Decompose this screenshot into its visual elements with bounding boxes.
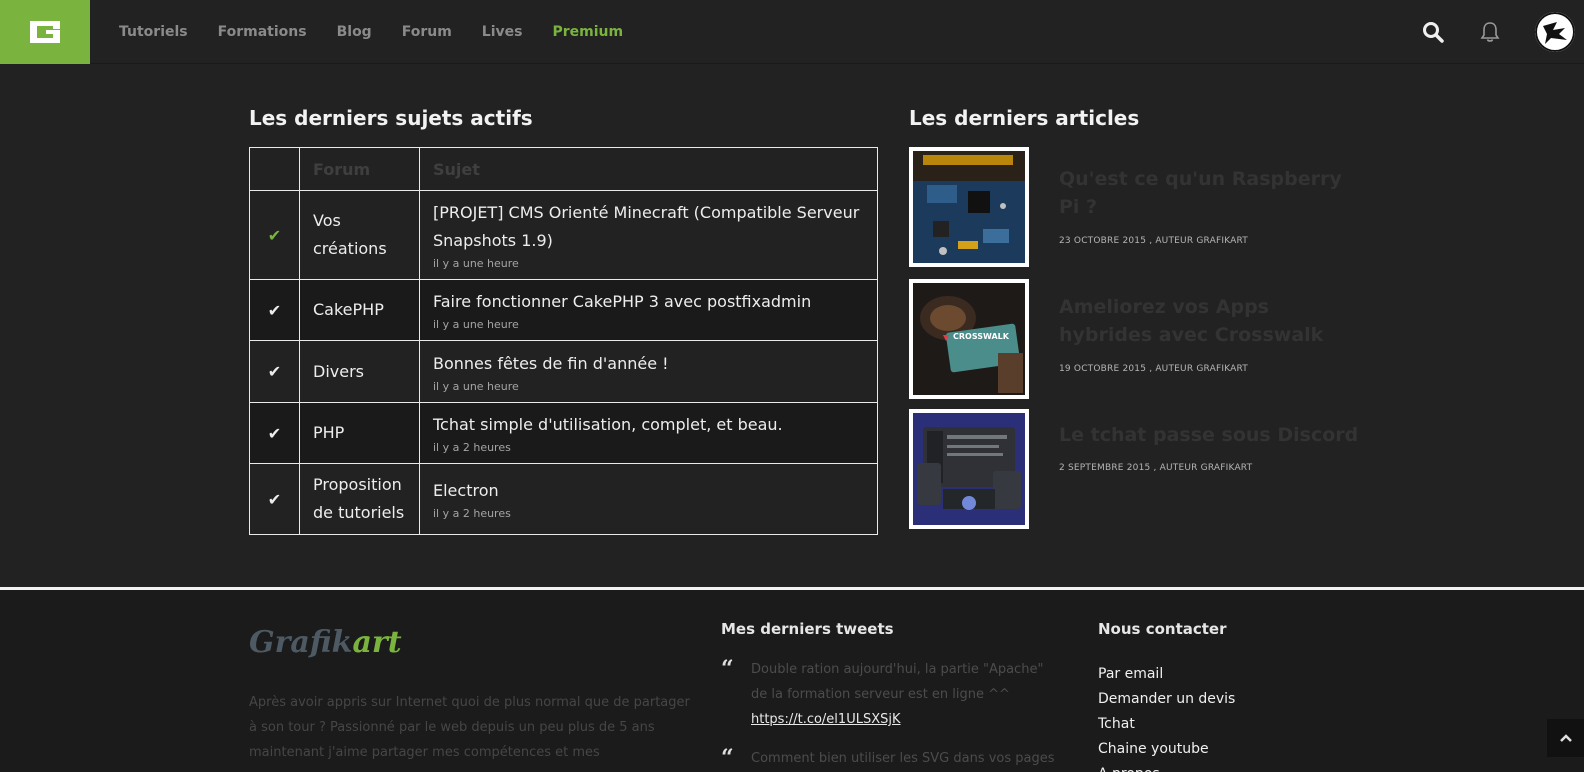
- article-title[interactable]: Ameliorez vos Apps hybrides avec Crosswa…: [1059, 293, 1359, 349]
- forum-column-header: Forum: [299, 147, 420, 191]
- topic-subject-title[interactable]: Faire fonctionner CakePHP 3 avec postfix…: [433, 292, 811, 311]
- topic-time: il y a une heure: [433, 318, 519, 331]
- topic-time: il y a 2 heures: [433, 507, 511, 520]
- topic-subject[interactable]: Bonnes fêtes de fin d'année ! il y a une…: [419, 340, 878, 403]
- article-title[interactable]: Le tchat passe sous Discord: [1059, 421, 1359, 449]
- tweet-text: Double ration aujourd'hui, la partie "Ap…: [751, 662, 1044, 702]
- tweets-title: Mes derniers tweets: [721, 620, 894, 638]
- footer-logo-part2: art: [352, 625, 402, 660]
- topic-forum[interactable]: Proposition de tutoriels: [299, 463, 420, 535]
- contact-email-link[interactable]: Par email: [1098, 662, 1235, 687]
- topic-time: il y a 2 heures: [433, 441, 511, 454]
- main-nav: Tutoriels Formations Blog Forum Lives Pr…: [119, 0, 653, 64]
- nav-blog[interactable]: Blog: [337, 24, 372, 40]
- grafikart-logo[interactable]: [0, 0, 90, 64]
- table-row[interactable]: ✔ PHP Tchat simple d'utilisation, comple…: [249, 402, 878, 464]
- topic-forum[interactable]: Divers: [299, 340, 420, 403]
- topic-subject[interactable]: Faire fonctionner CakePHP 3 avec postfix…: [419, 279, 878, 341]
- articles-title: Les derniers articles: [909, 106, 1140, 130]
- user-avatar[interactable]: [1535, 12, 1575, 52]
- article-item[interactable]: Le tchat passe sous Discord 2 SEPTEMBRE …: [909, 409, 1359, 529]
- bell-icon[interactable]: [1478, 20, 1502, 44]
- article-item[interactable]: Qu'est ce qu'un Raspberry Pi ? 23 OCTOBR…: [909, 147, 1359, 267]
- crosswalk-thumb-text: CROSSWALK: [953, 332, 1010, 341]
- chevron-up-icon: [1559, 734, 1572, 742]
- contact-chat-link[interactable]: Tchat: [1098, 712, 1235, 737]
- topics-title: Les derniers sujets actifs: [249, 106, 533, 130]
- nav-premium[interactable]: Premium: [552, 24, 623, 40]
- check-icon: ✔: [249, 340, 300, 403]
- article-thumbnail[interactable]: [909, 147, 1029, 267]
- table-header-row: Forum Sujet: [249, 147, 878, 191]
- check-icon: ✔: [249, 279, 300, 341]
- footer: Grafikart Après avoir appris sur Interne…: [0, 587, 1584, 772]
- nav-lives[interactable]: Lives: [482, 24, 523, 40]
- quote-icon: “: [721, 745, 734, 771]
- article-item[interactable]: CROSSWALK Ameliorez vos Apps hybrides av…: [909, 279, 1359, 399]
- search-icon[interactable]: [1421, 20, 1445, 44]
- topic-time: il y a une heure: [433, 379, 519, 393]
- tweet-link[interactable]: https://t.co/el1ULSXSjK: [751, 712, 901, 727]
- footer-logo[interactable]: Grafikart: [249, 625, 402, 660]
- topic-subject-title[interactable]: Bonnes fêtes de fin d'année !: [433, 354, 669, 373]
- topic-forum[interactable]: CakePHP: [299, 279, 420, 341]
- topic-subject[interactable]: [PROJET] CMS Orienté Minecraft (Compatib…: [419, 190, 878, 280]
- topic-forum[interactable]: Vos créations: [299, 190, 420, 280]
- top-navbar: Tutoriels Formations Blog Forum Lives Pr…: [0, 0, 1584, 64]
- crosswalk-image: CROSSWALK: [913, 283, 1025, 395]
- topic-time: il y a une heure: [433, 257, 519, 270]
- topic-subject-title[interactable]: Electron: [433, 481, 499, 500]
- article-meta: 23 OCTOBRE 2015 , AUTEUR GRAFIKART: [1059, 236, 1249, 246]
- subject-column-header: Sujet: [419, 147, 878, 191]
- raspberry-pi-image: [913, 151, 1025, 263]
- topic-subject-title[interactable]: [PROJET] CMS Orienté Minecraft (Compatib…: [433, 203, 859, 250]
- tweet-text: Comment bien utiliser les SVG dans vos p…: [751, 751, 1055, 766]
- footer-logo-part1: Grafik: [249, 625, 353, 660]
- nav-formations[interactable]: Formations: [218, 24, 307, 40]
- check-icon: ✔: [249, 463, 300, 535]
- tweet-item: “ Comment bien utiliser les SVG dans vos…: [721, 746, 1061, 771]
- contact-title: Nous contacter: [1098, 620, 1227, 638]
- topics-table: Forum Sujet ✔ Vos créations [PROJET] CMS…: [249, 147, 878, 535]
- contact-quote-link[interactable]: Demander un devis: [1098, 687, 1235, 712]
- tweet-item: “ Double ration aujourd'hui, la partie "…: [721, 657, 1061, 732]
- logo-icon: [30, 21, 60, 43]
- article-meta: 2 SEPTEMBRE 2015 , AUTEUR GRAFIKART: [1059, 463, 1253, 473]
- back-to-top-button[interactable]: [1547, 719, 1584, 757]
- article-thumbnail[interactable]: CROSSWALK: [909, 279, 1029, 399]
- topic-subject[interactable]: Electron il y a 2 heures: [419, 463, 878, 535]
- topic-subject[interactable]: Tchat simple d'utilisation, complet, et …: [419, 402, 878, 464]
- check-icon: ✔: [249, 190, 300, 280]
- table-row[interactable]: ✔ CakePHP Faire fonctionner CakePHP 3 av…: [249, 279, 878, 341]
- footer-about-text: Après avoir appris sur Internet quoi de …: [249, 695, 690, 760]
- contact-about-link[interactable]: A propos: [1098, 762, 1235, 772]
- topic-forum[interactable]: PHP: [299, 402, 420, 464]
- table-row[interactable]: ✔ Vos créations [PROJET] CMS Orienté Min…: [249, 190, 878, 280]
- table-row[interactable]: ✔ Divers Bonnes fêtes de fin d'année ! i…: [249, 340, 878, 403]
- check-column-header: [249, 147, 300, 191]
- article-thumbnail[interactable]: [909, 409, 1029, 529]
- article-meta: 19 OCTOBRE 2015 , AUTEUR GRAFIKART: [1059, 364, 1249, 374]
- article-title[interactable]: Qu'est ce qu'un Raspberry Pi ?: [1059, 165, 1359, 221]
- topic-subject-title[interactable]: Tchat simple d'utilisation, complet, et …: [433, 415, 783, 434]
- check-icon: ✔: [249, 402, 300, 464]
- contact-youtube-link[interactable]: Chaine youtube: [1098, 737, 1235, 762]
- quote-icon: “: [721, 656, 734, 682]
- contact-links: Par email Demander un devis Tchat Chaine…: [1098, 662, 1235, 772]
- discord-image: [913, 413, 1025, 525]
- nav-tutoriels[interactable]: Tutoriels: [119, 24, 188, 40]
- nav-forum[interactable]: Forum: [402, 24, 452, 40]
- table-row[interactable]: ✔ Proposition de tutoriels Electron il y…: [249, 463, 878, 535]
